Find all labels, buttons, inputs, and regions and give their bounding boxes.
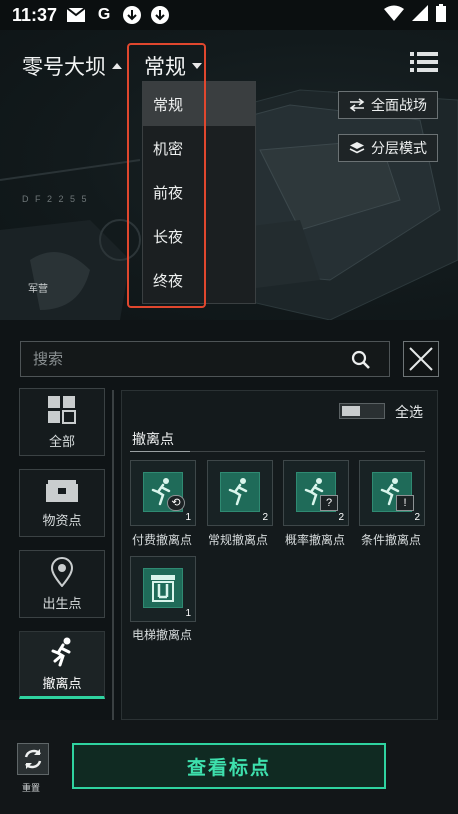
category-supplies[interactable]: 物资点 [19,469,105,537]
layers-icon [349,142,365,154]
google-icon: G [97,6,111,23]
category-label: 出生点 [42,595,82,611]
exit-run-icon [220,472,260,512]
search-input[interactable] [31,349,335,369]
search-icon[interactable] [351,350,371,375]
section-title: 撤离点 [132,431,174,447]
select-all-label: 全选 [395,404,423,420]
category-label: 全部 [48,433,75,449]
extraction-normal-tile[interactable]: 2 [207,460,273,526]
map-label-barracks: 军营 [28,284,48,295]
close-icon [409,347,433,371]
view-markers-button[interactable]: 查看标点 [72,743,386,789]
map-code-label: D F 2 2 5 5 [22,194,89,204]
sidebar-divider [112,390,114,720]
battery-icon [436,3,446,27]
swap-icon [349,98,365,112]
tile-count: 1 [185,512,191,523]
status-time: 11:37 [12,4,58,25]
paid-badge-icon: ⟲ [167,495,185,511]
download-icon [123,6,142,24]
extraction-elevator-tile[interactable]: 1 [130,556,196,622]
extraction-paid-tile[interactable]: ⟲ 1 [130,460,196,526]
layer-mode-label: 分层模式 [371,140,427,156]
map-selector[interactable]: 零号大坝 [22,51,122,81]
highlight-outline [127,43,206,308]
list-menu-icon[interactable] [410,52,438,72]
grid-icon [48,395,76,424]
extraction-conditional-tile[interactable]: ! 2 [359,460,425,526]
full-battlefield-button[interactable]: 全面战场 [338,91,438,119]
signal-icon [412,4,428,26]
exclamation-badge-icon: ! [396,495,414,511]
category-all[interactable]: 全部 [19,388,105,456]
status-bar: 11:37 G [0,0,458,30]
question-badge-icon: ? [320,495,338,511]
tile-label: 概率撤离点 [285,533,346,547]
full-battlefield-label: 全面战场 [371,97,427,113]
reset-label: 重置 [22,783,41,793]
toggle-knob [342,406,360,416]
category-spawn[interactable]: 出生点 [19,550,105,618]
elevator-icon [143,568,183,608]
tile-label: 条件撤离点 [361,533,422,547]
caret-up-icon [112,63,122,69]
download-icon [151,6,170,24]
reset-button[interactable] [17,743,49,775]
running-man-icon [51,637,71,666]
layer-mode-button[interactable]: 分层模式 [338,134,438,162]
tile-count: 2 [414,512,420,523]
location-pin-icon [50,556,74,587]
tile-count: 2 [338,512,344,523]
refresh-icon [24,749,42,769]
map-name: 零号大坝 [22,56,106,79]
crate-icon [46,479,78,502]
extraction-probability-tile[interactable]: ? 2 [283,460,349,526]
tile-label: 付费撤离点 [132,533,193,547]
category-label: 撤离点 [42,675,82,691]
section-divider-accent [130,451,190,452]
search-bar [20,341,390,377]
close-button[interactable] [403,341,439,377]
gmail-icon [67,6,86,24]
select-all-toggle[interactable] [339,403,385,419]
tile-label: 常规撤离点 [208,533,269,547]
tile-count: 1 [185,608,191,619]
category-extraction[interactable]: 撤离点 [19,631,105,699]
tile-count: 2 [262,512,268,523]
tile-label: 电梯撤离点 [132,628,193,642]
category-label: 物资点 [42,512,82,528]
wifi-icon [384,5,404,26]
